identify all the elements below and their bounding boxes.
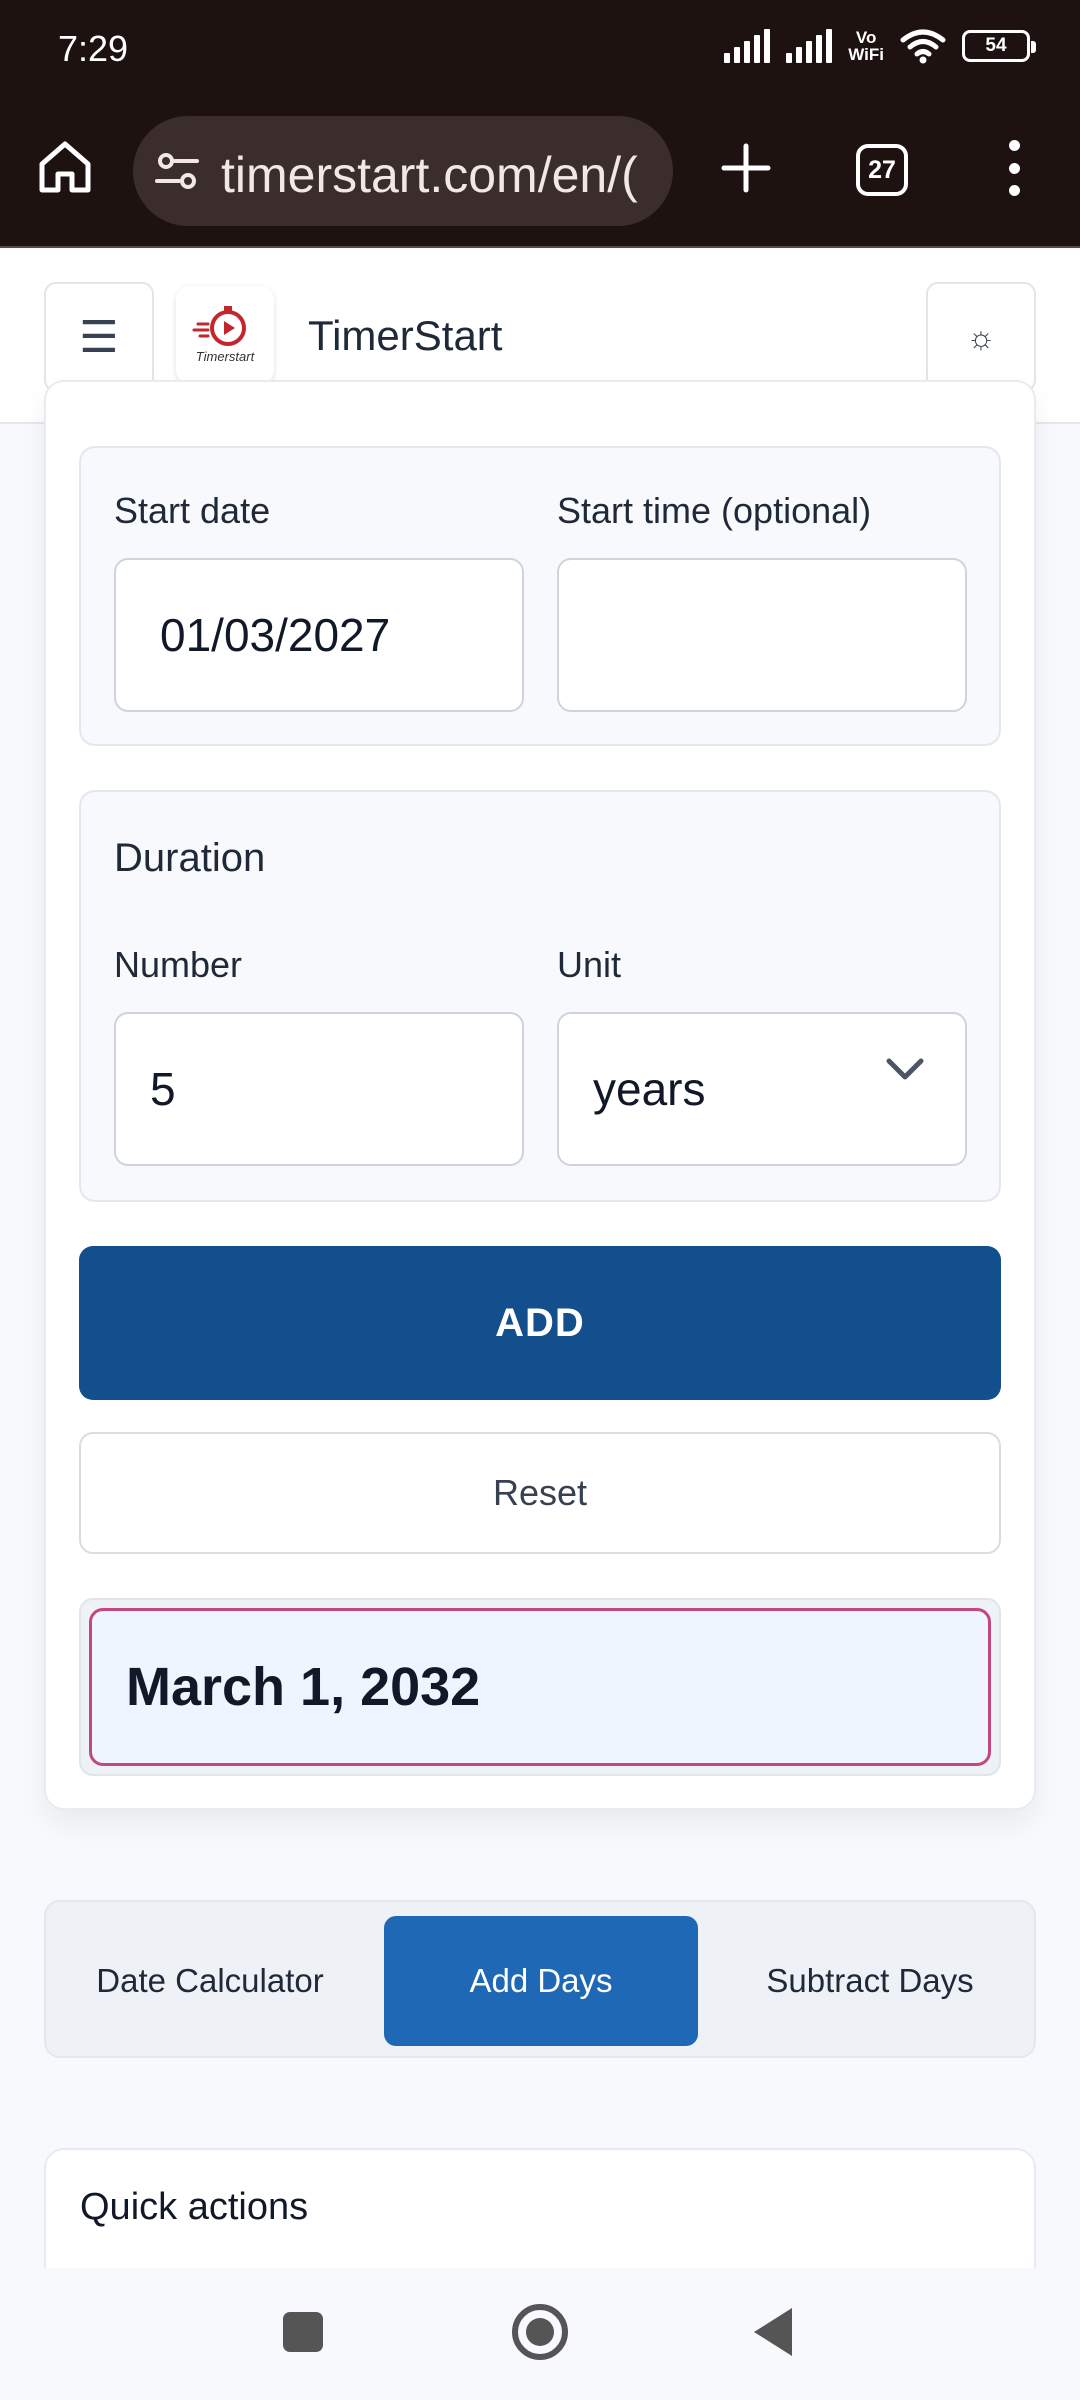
add-button[interactable]: ADD [79, 1246, 1001, 1400]
home-nav-icon[interactable] [512, 2304, 568, 2360]
unit-label: Unit [557, 944, 622, 985]
status-time: 7:29 [58, 28, 129, 69]
vowifi-label: Vo WiFi [848, 28, 884, 64]
tab-switcher-button[interactable]: 27 [856, 144, 908, 196]
recents-icon[interactable] [283, 2312, 323, 2352]
start-time-input[interactable] [557, 558, 967, 712]
status-icons: Vo WiFi 54 [724, 28, 1036, 64]
home-icon[interactable] [36, 138, 94, 196]
site-settings-icon[interactable] [155, 149, 199, 193]
tab-add-days[interactable]: Add Days [384, 1916, 698, 2046]
back-icon[interactable] [754, 2308, 792, 2356]
menu-button[interactable]: ☰ [44, 282, 154, 392]
quick-actions-title: Quick actions [80, 2186, 309, 2228]
signal-icon-2 [786, 29, 833, 63]
signal-icon [724, 29, 771, 63]
battery-level: 54 [985, 35, 1007, 56]
number-label: Number [114, 944, 243, 985]
brand-name[interactable]: TimerStart [308, 312, 502, 360]
start-date-input[interactable]: 01/03/2027 [114, 558, 524, 712]
browser-menu-icon[interactable] [996, 140, 1032, 196]
new-tab-icon[interactable] [718, 140, 774, 196]
address-bar[interactable]: timerstart.com/en/( [133, 116, 673, 226]
start-date-label: Start date [114, 490, 271, 531]
calculator-tabs: Date Calculator Add Days Subtract Days [44, 1900, 1036, 2058]
tab-date-calculator[interactable]: Date Calculator [60, 1916, 360, 2046]
theme-toggle-button[interactable]: ☼ [926, 282, 1036, 392]
logo-text: Timerstart [195, 349, 255, 364]
unit-select[interactable]: years [557, 1012, 967, 1166]
result-output: March 1, 2032 [89, 1608, 991, 1766]
url-text: timerstart.com/en/( [221, 147, 638, 203]
unit-select-value: years [593, 1063, 706, 1115]
tab-subtract-days[interactable]: Subtract Days [720, 1916, 1020, 2046]
chevron-down-icon [886, 1058, 924, 1080]
site-logo[interactable]: Timerstart [176, 286, 274, 384]
reset-button[interactable]: Reset [79, 1432, 1001, 1554]
number-input[interactable]: 5 [114, 1012, 524, 1166]
battery-icon: 54 [962, 30, 1036, 62]
start-time-label: Start time (optional) [557, 490, 872, 531]
status-bar: 7:29 Vo WiFi 54 [0, 0, 1080, 100]
system-nav-bar [0, 2268, 1080, 2400]
wifi-icon [900, 29, 946, 64]
quick-actions-card: Quick actions [44, 2148, 1036, 2268]
browser-toolbar: timerstart.com/en/( 27 [0, 100, 1080, 248]
duration-title: Duration [114, 836, 266, 880]
